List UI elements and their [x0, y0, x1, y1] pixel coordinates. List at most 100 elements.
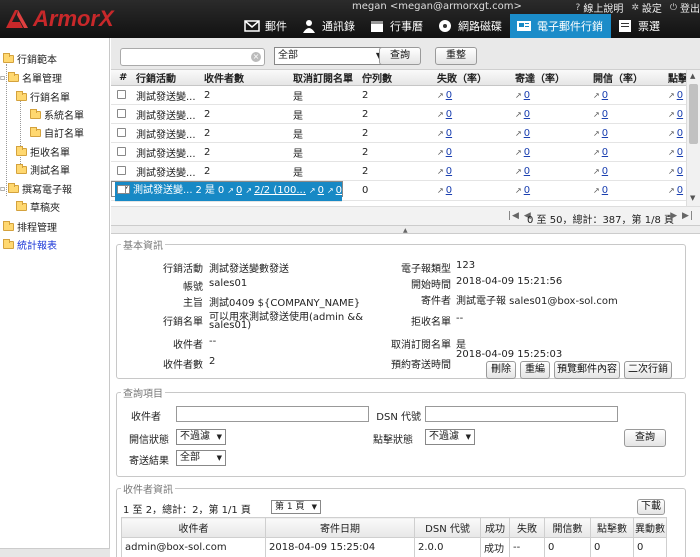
settings-link[interactable]: ✲ 設定 — [631, 0, 662, 16]
cell-fail[interactable]: ↗ 0 — [434, 123, 512, 143]
col-fail[interactable]: 失敗（率） — [434, 70, 512, 86]
cell-fail[interactable]: ↗ 0 — [224, 182, 243, 202]
row-checkbox[interactable] — [117, 90, 126, 99]
cell-delivered[interactable]: ↗ 0 — [512, 142, 590, 162]
cell-fail[interactable]: ↗ 0 — [434, 161, 512, 181]
nav-calendar[interactable]: 行事曆 — [363, 14, 431, 38]
sidebar-item-marketing-lists[interactable]: 行銷名單 — [16, 89, 70, 104]
col-unsubscribe[interactable]: 取消訂閱名單 — [290, 70, 359, 86]
table-row[interactable]: 測試發送變... 2 是 2 ↗ 0 ↗ 0 ↗ 0 ↗ 0 — [111, 123, 686, 143]
row-checkbox[interactable] — [117, 128, 126, 137]
row-checkbox-cell[interactable] — [111, 104, 133, 124]
scroll-down-icon[interactable]: ▼ — [690, 194, 695, 202]
cell-clicks[interactable]: ↗ 0 — [323, 182, 343, 202]
row-checkbox[interactable] — [117, 185, 126, 195]
dsn-input[interactable] — [425, 406, 618, 422]
row-checkbox-cell[interactable] — [111, 161, 133, 181]
cell-delivered[interactable]: ↗ 0 — [512, 181, 590, 201]
rcol-opens[interactable]: 開信數 — [544, 517, 591, 538]
col-delivered[interactable]: 寄達（率） — [512, 70, 590, 86]
nav-newsletter[interactable]: 電子郵件行銷 — [510, 14, 611, 38]
query-button[interactable]: 查詢 — [379, 47, 421, 65]
col-opened[interactable]: 開信（率） — [590, 70, 665, 86]
cell-delivered[interactable]: ↗ 0 — [512, 104, 590, 124]
nav-mail[interactable]: 郵件 — [238, 14, 295, 38]
cell-clicks[interactable]: ↗ 0 — [665, 181, 686, 201]
pager-next-icons[interactable]: ▶ ▶| — [670, 211, 694, 221]
cell-opened[interactable]: ↗ 0 — [590, 161, 665, 181]
open-status-select[interactable]: 不過濾 ▼ — [176, 429, 226, 445]
col-clicks[interactable]: 點擊 — [665, 70, 686, 86]
row-checkbox-cell[interactable] — [111, 123, 133, 143]
help-link[interactable]: ? 線上說明 — [576, 0, 624, 16]
pane-splitter[interactable]: ▲ — [111, 226, 700, 234]
sidebar-item-test-lists[interactable]: 測試名單 — [16, 162, 70, 177]
table-row[interactable]: 測試發送變... 2 是 2 ↗ 0 ↗ 0 ↗ 0 ↗ 0 — [111, 161, 686, 181]
cell-opened[interactable]: ↗ 0 — [590, 181, 665, 201]
table-vscrollbar[interactable]: ▲ ▼ — [686, 70, 700, 206]
cell-delivered[interactable]: ↗ 0 — [512, 85, 590, 105]
rcol-success[interactable]: 成功 — [480, 517, 510, 538]
click-status-select[interactable]: 不過濾 ▼ — [425, 429, 475, 445]
preview-button[interactable]: 預覽郵件內容 — [554, 361, 620, 379]
reset-button[interactable]: 重整 — [435, 47, 477, 65]
logout-link[interactable]: ⏻ 登出 — [670, 0, 700, 16]
search-input[interactable]: × — [120, 48, 265, 66]
cell-fail[interactable]: ↗ 0 — [434, 181, 512, 201]
table-row[interactable]: admin@box-sol.com 2018-04-09 15:25:04 2.… — [121, 537, 667, 557]
scroll-up-icon[interactable]: ▲ — [690, 72, 695, 80]
row-checkbox[interactable] — [117, 166, 126, 175]
cell-opened[interactable]: ↗ 0 — [590, 104, 665, 124]
cell-opened[interactable]: ↗ 0 — [590, 142, 665, 162]
nav-contacts[interactable]: 通訊錄 — [295, 14, 363, 38]
cell-delivered[interactable]: ↗ 2/2 (100... — [242, 182, 306, 202]
download-button[interactable]: 下載 — [637, 499, 665, 515]
scroll-thumb[interactable] — [689, 84, 698, 144]
cell-fail[interactable]: ↗ 0 — [434, 104, 512, 124]
row-checkbox-cell[interactable] — [111, 142, 133, 162]
rcol-date[interactable]: 寄件日期 — [265, 517, 415, 538]
sidebar-item-list-management[interactable]: ▫ 名單管理 — [0, 70, 62, 85]
row-checkbox[interactable] — [117, 109, 126, 118]
nav-vote[interactable]: 票選 — [611, 14, 668, 38]
col-campaign[interactable]: 行銷活動 — [133, 70, 201, 86]
cell-fail[interactable]: ↗ 0 — [434, 85, 512, 105]
cell-delivered[interactable]: ↗ 0 — [512, 123, 590, 143]
col-queue[interactable]: 佇列數 — [359, 70, 434, 86]
sidebar-item-compose[interactable]: ▫ 撰寫電子報 — [0, 181, 72, 196]
query-detail-button[interactable]: 查詢 — [624, 429, 666, 447]
logo[interactable]: ArmorX — [4, 6, 114, 32]
category-select[interactable]: 全部 ▼ — [274, 47, 386, 65]
cell-delivered[interactable]: ↗ 0 — [512, 161, 590, 181]
cell-clicks[interactable]: ↗ 0 — [665, 104, 686, 124]
cell-opened[interactable]: ↗ 0 — [305, 182, 324, 202]
table-row[interactable]: 測試發送變...2是0↗0↗2/2 (100...↗0↗0 — [111, 181, 344, 202]
sidebar-hscrollbar[interactable] — [0, 548, 110, 557]
sidebar-item-drafts[interactable]: 草稿夾 — [16, 199, 60, 214]
nav-disk[interactable]: 網路磁碟 — [431, 14, 510, 38]
rcol-fail[interactable]: 失敗 — [509, 517, 545, 538]
sidebar-item-schedule[interactable]: 排程管理 — [3, 219, 57, 234]
re-edit-button[interactable]: 重編 — [520, 361, 550, 379]
table-row[interactable]: 測試發送變... 2 是 2 ↗ 0 ↗ 0 ↗ 0 ↗ 0 — [111, 104, 686, 124]
sidebar-item-templates[interactable]: 行銷範本 — [3, 51, 57, 66]
clear-icon[interactable]: × — [251, 52, 261, 62]
cell-opened[interactable]: ↗ 0 — [590, 85, 665, 105]
cell-clicks[interactable]: ↗ 0 — [665, 142, 686, 162]
sidebar-item-system-lists[interactable]: 系統名單 — [30, 107, 84, 122]
rcol-clicks[interactable]: 點擊數 — [590, 517, 634, 538]
sidebar-item-custom-lists[interactable]: 自訂名單 — [30, 125, 84, 140]
table-row[interactable]: 測試發送變... 2 是 2 ↗ 0 ↗ 0 ↗ 0 ↗ 0 — [111, 85, 686, 105]
query-recipient-input[interactable] — [176, 406, 369, 422]
recipient-page-select[interactable]: 第 1 頁 ▼ — [271, 500, 321, 514]
cell-fail[interactable]: ↗ 0 — [434, 142, 512, 162]
delete-button[interactable]: 刪除 — [486, 361, 516, 379]
rcol-dsn[interactable]: DSN 代號 — [414, 517, 481, 538]
row-checkbox-cell[interactable] — [111, 85, 133, 105]
rcol-recipient[interactable]: 收件者 — [121, 517, 266, 538]
cell-opened[interactable]: ↗ 0 — [590, 123, 665, 143]
col-recipients[interactable]: 收件者數 — [201, 70, 290, 86]
sidebar-item-reports[interactable]: 統計報表 — [3, 237, 57, 252]
sidebar-item-reject-lists[interactable]: 拒收名單 — [16, 144, 70, 159]
cell-clicks[interactable]: ↗ 0 — [665, 161, 686, 181]
